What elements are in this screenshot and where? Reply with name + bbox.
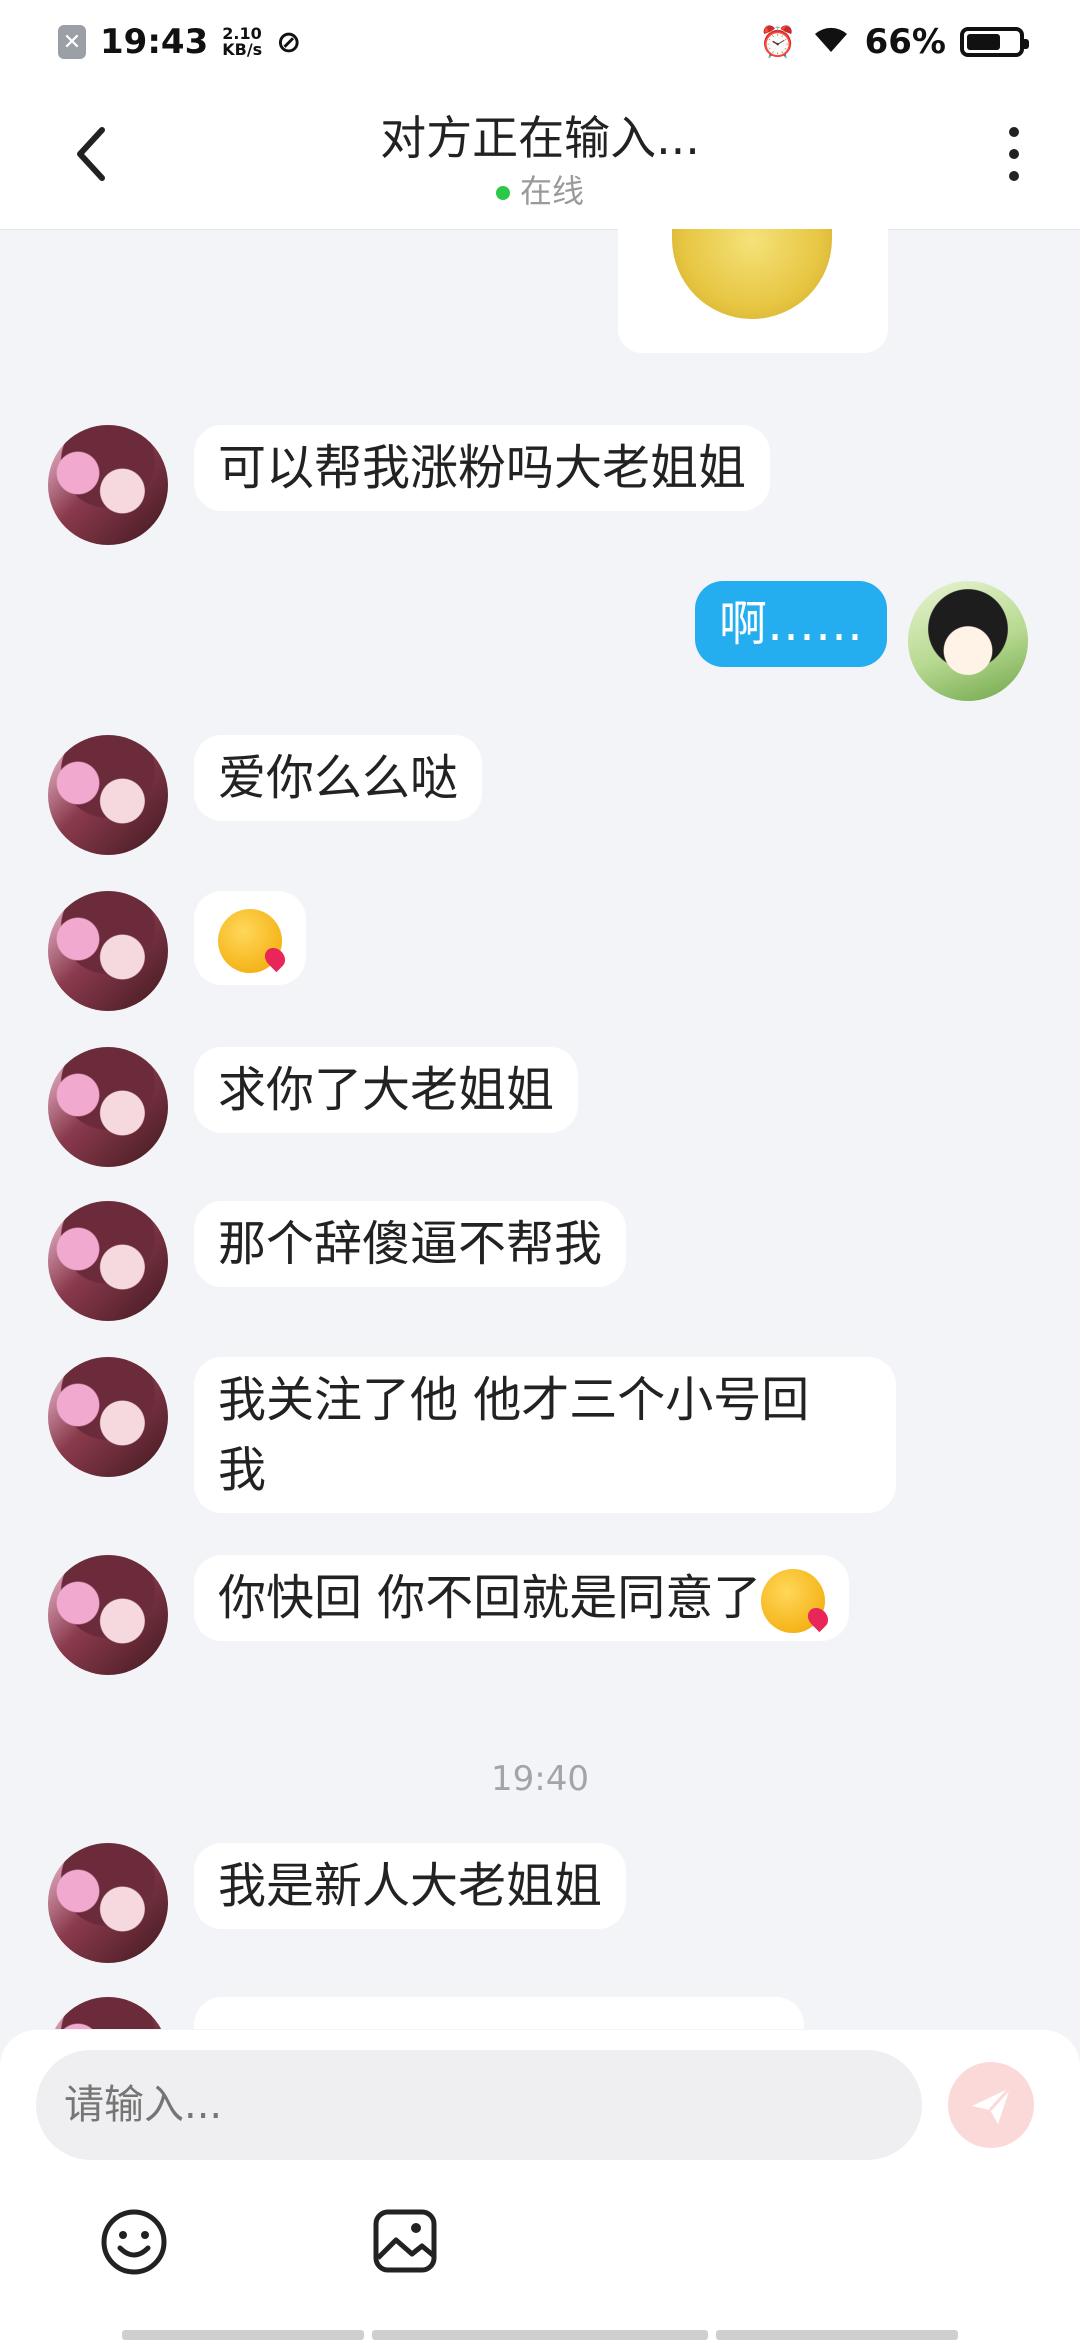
sticker-image: [672, 229, 832, 319]
avatar-self[interactable]: [908, 581, 1028, 701]
message-bubble[interactable]: 那个辞傻逼不帮我: [194, 1201, 627, 1287]
keyboard-handle: [372, 2330, 708, 2340]
message-bubble-mine[interactable]: 啊……: [694, 581, 887, 667]
send-button[interactable]: [948, 2062, 1034, 2148]
kissing-face-emoji-icon: [761, 1569, 826, 1633]
alarm-icon: ⏰: [759, 24, 797, 60]
message-bubble-partial[interactable]: [194, 1997, 804, 2029]
page-title: 对方正在输入...: [380, 111, 700, 165]
message-bubble[interactable]: 你快回 你不回就是同意了: [194, 1555, 850, 1641]
kissing-face-emoji-icon: [218, 909, 282, 973]
more-options-icon[interactable]: [1004, 124, 1024, 184]
avatar[interactable]: [48, 1555, 168, 1675]
message-line: 我: [218, 1442, 267, 1498]
avatar[interactable]: [48, 735, 168, 855]
avatar[interactable]: [48, 425, 168, 545]
avatar[interactable]: [48, 891, 168, 1011]
avatar[interactable]: [48, 1997, 168, 2029]
keyboard-handle: [716, 2330, 958, 2340]
online-status: 在线: [0, 166, 1080, 212]
avatar[interactable]: [48, 1357, 168, 1477]
emoji-picker-icon[interactable]: [100, 2208, 168, 2276]
network-speed: 2.10 KB/s: [222, 26, 262, 58]
online-status-label: 在线: [519, 172, 584, 210]
battery-percent: 66%: [864, 22, 946, 62]
message-input[interactable]: [36, 2050, 922, 2160]
message-bubble[interactable]: 可以帮我涨粉吗大老姐姐: [194, 425, 771, 511]
close-notification-icon: ✕: [58, 25, 86, 59]
screenshot-icon: ⊘: [276, 24, 302, 60]
chat-message-list[interactable]: 可以帮我涨粉吗大老姐姐 啊…… 爱你么么哒 求你了大老姐姐 那个辞傻逼不帮我 我…: [0, 229, 1080, 2029]
sticker-message[interactable]: [618, 229, 888, 353]
keyboard-handle: [122, 2330, 364, 2340]
image-picker-icon[interactable]: [372, 2208, 438, 2274]
message-bubble[interactable]: 求你了大老姐姐: [194, 1047, 579, 1133]
message-bubble[interactable]: [194, 891, 306, 985]
avatar[interactable]: [48, 1843, 168, 1963]
online-dot-icon: [495, 186, 510, 200]
status-time: 19:43: [100, 22, 209, 62]
network-speed-unit: KB/s: [222, 40, 263, 59]
avatar[interactable]: [48, 1047, 168, 1167]
message-bubble[interactable]: 我是新人大老姐姐: [194, 1843, 627, 1929]
status-bar: ✕ 19:43 2.10 KB/s ⊘ ⏰ 66%: [0, 0, 1080, 84]
message-bubble[interactable]: 我关注了他 他才三个小号回 我: [194, 1357, 896, 1513]
message-bubble[interactable]: 爱你么么哒: [194, 735, 483, 821]
input-bar: [0, 2030, 1080, 2340]
wifi-icon: [811, 22, 851, 62]
battery-icon: [960, 27, 1029, 57]
chat-header: 对方正在输入... 在线: [0, 84, 1080, 229]
send-icon: [972, 2086, 1012, 2124]
timestamp: 19:40: [491, 1759, 589, 1799]
message-line: 我关注了他 他才三个小号回: [218, 1372, 810, 1428]
avatar[interactable]: [48, 1201, 168, 1321]
message-text: 你快回 你不回就是同意了: [218, 1570, 762, 1626]
